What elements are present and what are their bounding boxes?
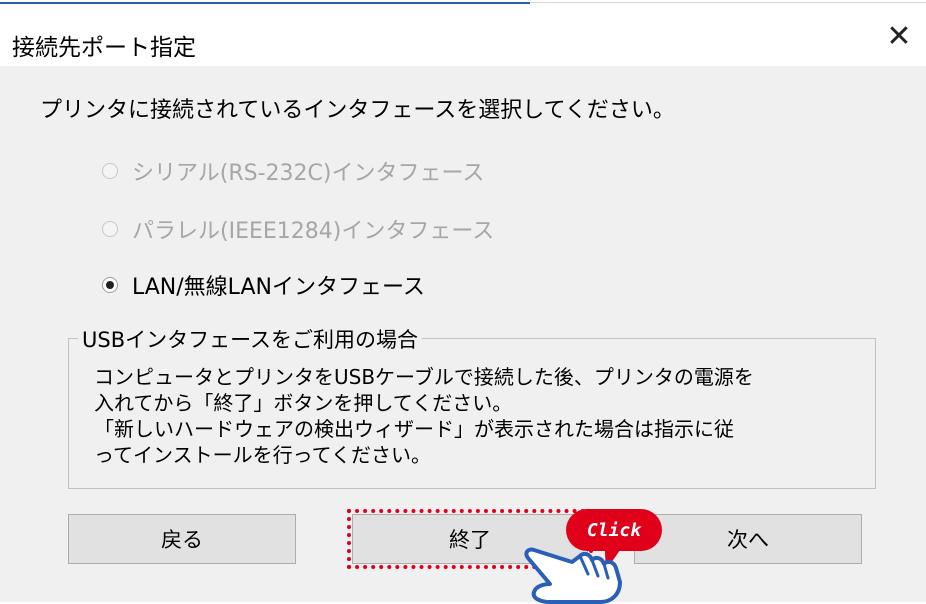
radio-parallel-label: パラレル(IEEE1284)インタフェース	[132, 219, 495, 244]
usb-group-legend: USBインタフェースをご利用の場合	[78, 324, 423, 354]
usb-instruction-line: 「新しいハードウェアの検出ウィザード」が表示された場合は指示に従	[94, 417, 734, 441]
close-icon: ✕	[886, 19, 912, 54]
parent-window-edge-light	[530, 2, 926, 3]
radio-lan[interactable]: LAN/無線LANインタフェース	[102, 270, 425, 300]
dialog-titlebar: 接続先ポート指定 ✕	[0, 12, 926, 66]
close-button[interactable]: ✕	[882, 20, 916, 54]
usb-instructions: コンピュータとプリンタをUSBケーブルで接続した後、プリンタの電源を 入れてから…	[94, 364, 864, 468]
next-button[interactable]: 次へ	[634, 514, 862, 564]
dialog-body: プリンタに接続されているインタフェースを選択してください。 シリアル(RS-23…	[0, 66, 926, 604]
radio-dot	[106, 281, 114, 289]
radio-serial[interactable]: シリアル(RS-232C)インタフェース	[102, 156, 484, 186]
usb-instruction-line: コンピュータとプリンタをUSBケーブルで接続した後、プリンタの電源を	[94, 365, 754, 389]
window-top-edge	[0, 0, 926, 12]
back-button[interactable]: 戻る	[68, 514, 296, 564]
parent-window-edge	[0, 2, 530, 4]
radio-circle-selected	[102, 277, 118, 293]
dialog-title: 接続先ポート指定	[12, 35, 196, 61]
radio-parallel[interactable]: パラレル(IEEE1284)インタフェース	[102, 214, 494, 244]
radio-circle	[102, 221, 118, 237]
pointing-hand-icon	[524, 547, 622, 604]
interface-prompt: プリンタに接続されているインタフェースを選択してください。	[40, 98, 675, 123]
usb-instruction-line: ってインストールを行ってください。	[94, 443, 431, 467]
usb-instruction-line: 入れてから「終了」ボタンを押してください。	[94, 391, 513, 415]
radio-circle	[102, 163, 118, 179]
radio-serial-label: シリアル(RS-232C)インタフェース	[132, 161, 485, 186]
radio-lan-label: LAN/無線LANインタフェース	[132, 275, 425, 300]
